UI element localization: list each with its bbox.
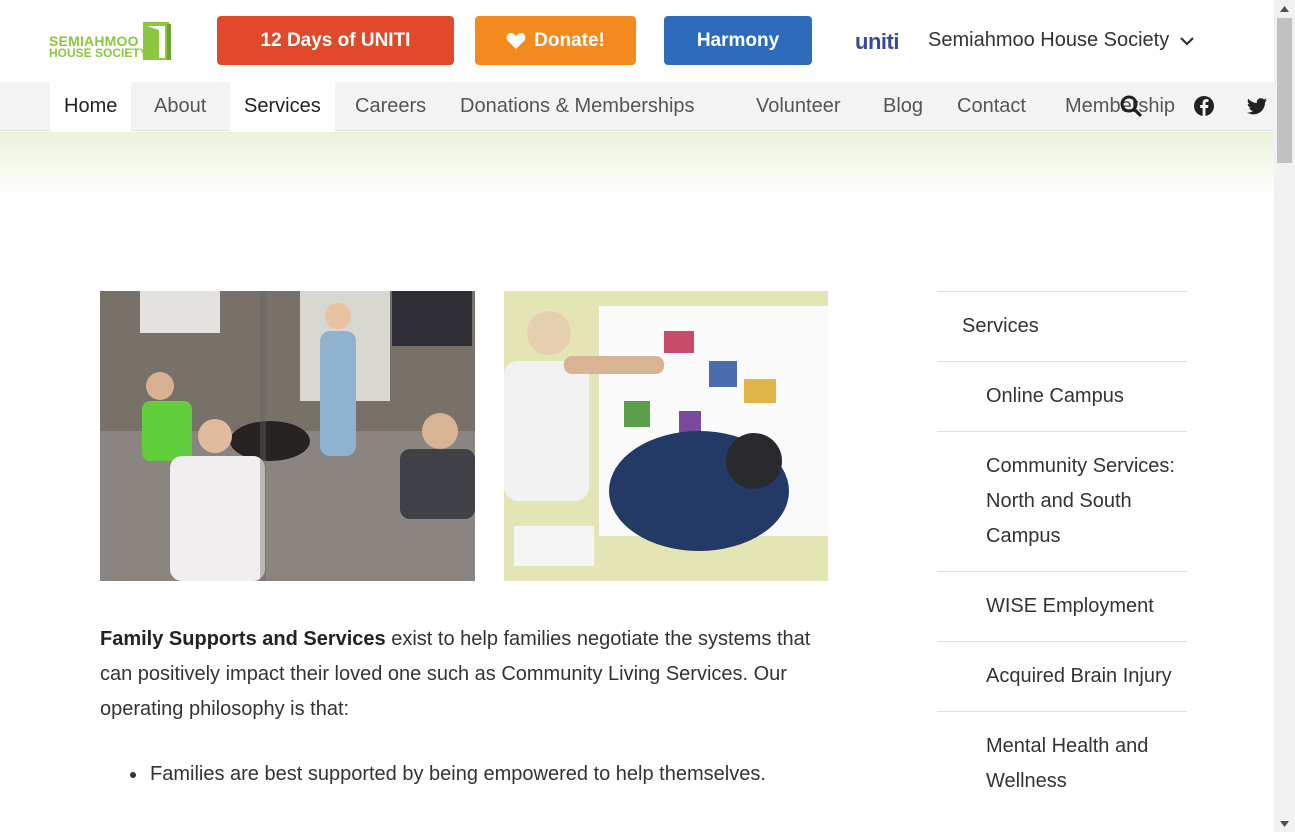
wall-activity-photo-image <box>504 291 828 581</box>
sidebar-item-mental-health[interactable]: Mental Health and Wellness <box>937 711 1187 816</box>
sidebar-item-community-services[interactable]: Community Services: North and South Camp… <box>937 431 1187 571</box>
organization-selector-label: Semiahmoo House Society <box>928 29 1170 51</box>
sidebar-item-services[interactable]: Services <box>937 291 1187 361</box>
donate-label: Donate! <box>534 29 605 51</box>
sidebar-item-label: Services <box>962 315 1039 337</box>
scroll-down-arrow-icon[interactable] <box>1274 815 1295 832</box>
nav-item-about[interactable]: About <box>140 82 220 131</box>
logo-text-line2: HOUSE SOCIETY <box>49 46 148 60</box>
nav-item-volunteer[interactable]: Volunteer <box>742 82 855 131</box>
philosophy-list: Families are best supported by being emp… <box>130 757 830 792</box>
twelve-days-button[interactable]: 12 Days of UNITI <box>217 16 454 65</box>
nav-item-label: About <box>154 95 207 117</box>
sidebar-item-label: Mental Health and Wellness <box>986 735 1149 792</box>
nav-item-contact[interactable]: Contact <box>943 82 1040 131</box>
sidebar-item-label: WISE Employment <box>986 595 1154 617</box>
uniti-logo-text: uniti <box>855 29 899 54</box>
uniti-logo[interactable]: uniti <box>855 29 899 55</box>
nav-item-home[interactable]: Home <box>50 82 132 131</box>
sidebar-item-acquired-brain-injury[interactable]: Acquired Brain Injury <box>937 641 1187 711</box>
nav-item-label: Volunteer <box>756 95 841 117</box>
facebook-icon[interactable] <box>1193 95 1215 117</box>
nav-item-label: Services <box>244 95 321 117</box>
search-icon[interactable] <box>1120 95 1142 117</box>
organization-selector[interactable]: Semiahmoo House Society <box>928 29 1195 52</box>
site-logo[interactable]: SEMIAHMOO HOUSE SOCIETY <box>49 18 175 64</box>
heart-icon <box>506 32 526 49</box>
nav-item-careers[interactable]: Careers <box>341 82 440 131</box>
nav-item-label: Careers <box>355 95 427 117</box>
sidebar-item-label: Online Campus <box>986 385 1124 407</box>
chevron-down-icon <box>1180 36 1195 46</box>
services-sidebar: Services Online Campus Community Service… <box>937 291 1187 816</box>
donate-button[interactable]: Donate! <box>475 16 636 65</box>
twitter-icon[interactable] <box>1246 95 1268 117</box>
scroll-up-arrow-icon[interactable] <box>1274 0 1295 17</box>
sidebar-item-label: Community Services: North and South Camp… <box>986 455 1175 547</box>
nav-item-label: Blog <box>883 95 924 117</box>
hero-banner <box>0 132 1274 202</box>
vertical-scrollbar[interactable] <box>1274 0 1295 832</box>
sidebar-item-label: Acquired Brain Injury <box>986 665 1172 687</box>
main-navigation: Home About Services Careers Donations & … <box>0 82 1274 131</box>
sidebar-item-wise-employment[interactable]: WISE Employment <box>937 571 1187 641</box>
nav-item-blog[interactable]: Blog <box>869 82 937 131</box>
sidebar-item-online-campus[interactable]: Online Campus <box>937 361 1187 431</box>
group-photo-image <box>100 291 475 581</box>
nav-item-services[interactable]: Services <box>230 82 335 131</box>
harmony-label: Harmony <box>696 29 780 51</box>
harmony-button[interactable]: Harmony <box>664 16 812 65</box>
nav-item-label: Home <box>64 95 118 117</box>
wall-activity-photo-illustration <box>504 291 828 581</box>
group-photo-illustration <box>100 291 475 581</box>
intro-bold-text: Family Supports and Services <box>100 628 386 650</box>
list-item: Families are best supported by being emp… <box>130 757 830 792</box>
nav-item-donations-memberships[interactable]: Donations & Memberships <box>446 82 709 131</box>
intro-paragraph: Family Supports and Services exist to he… <box>100 622 830 727</box>
site-header: SEMIAHMOO HOUSE SOCIETY 12 Days of UNITI… <box>0 0 1274 82</box>
twelve-days-label: 12 Days of UNITI <box>260 29 411 51</box>
nav-item-label: Contact <box>957 95 1026 117</box>
scrollbar-thumb[interactable] <box>1277 18 1292 163</box>
nav-item-label: Donations & Memberships <box>460 95 695 117</box>
